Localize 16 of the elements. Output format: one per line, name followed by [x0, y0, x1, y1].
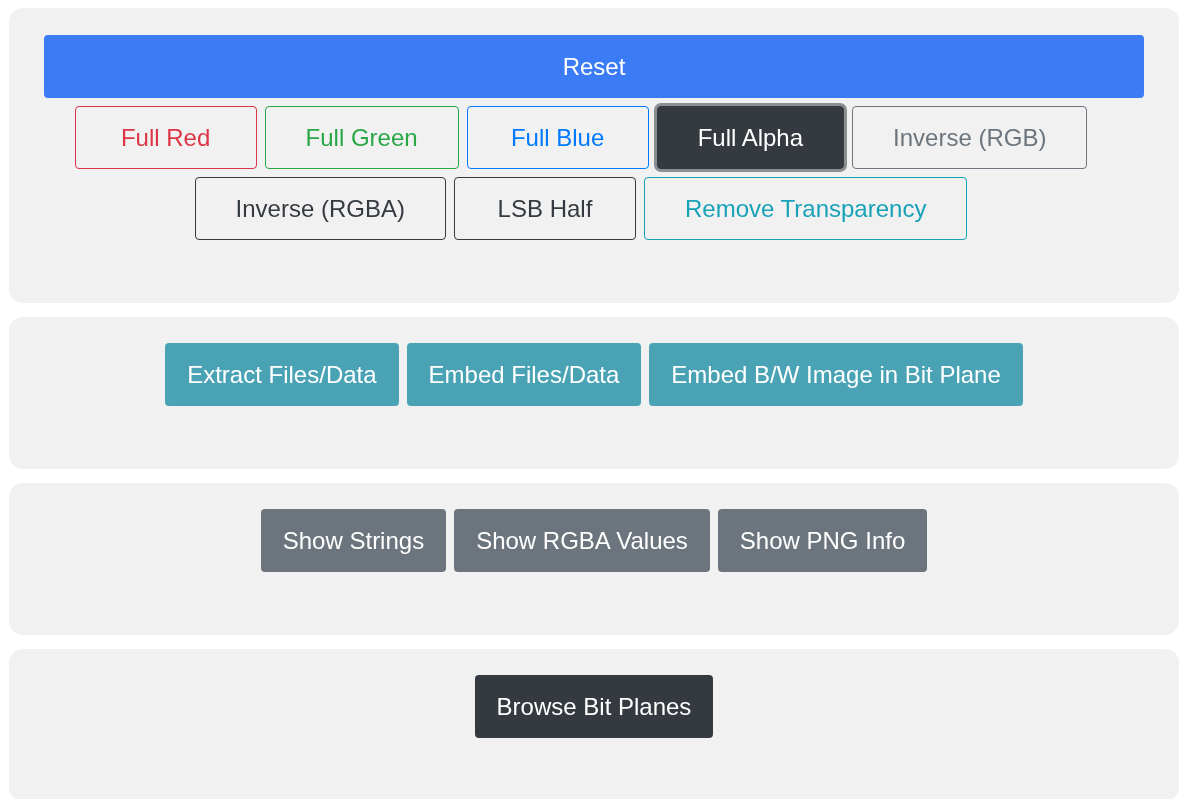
filter-button[interactable]: Inverse (RGBA): [194, 177, 446, 240]
filter-button[interactable]: Full Green: [264, 106, 459, 169]
filter-button[interactable]: Full Alpha: [656, 106, 845, 169]
action-button[interactable]: Extract Files/Data: [165, 343, 399, 406]
action-button[interactable]: Show PNG Info: [717, 509, 928, 572]
action-button[interactable]: Embed B/W Image in Bit Plane: [649, 343, 1023, 406]
filter-button[interactable]: LSB Half: [453, 177, 636, 240]
action-button[interactable]: Browse Bit Planes: [474, 675, 714, 738]
filter-button[interactable]: Remove Transparency: [643, 177, 968, 240]
action-button[interactable]: Show Strings: [260, 509, 447, 572]
filter-button[interactable]: Inverse (RGB): [852, 106, 1088, 169]
reset-button[interactable]: Reset: [44, 35, 1144, 98]
action-button[interactable]: Show RGBA Values: [454, 509, 710, 572]
filter-button[interactable]: Full Red: [74, 106, 257, 169]
filter-button[interactable]: Full Blue: [466, 106, 649, 169]
action-button[interactable]: Embed Files/Data: [406, 343, 642, 406]
